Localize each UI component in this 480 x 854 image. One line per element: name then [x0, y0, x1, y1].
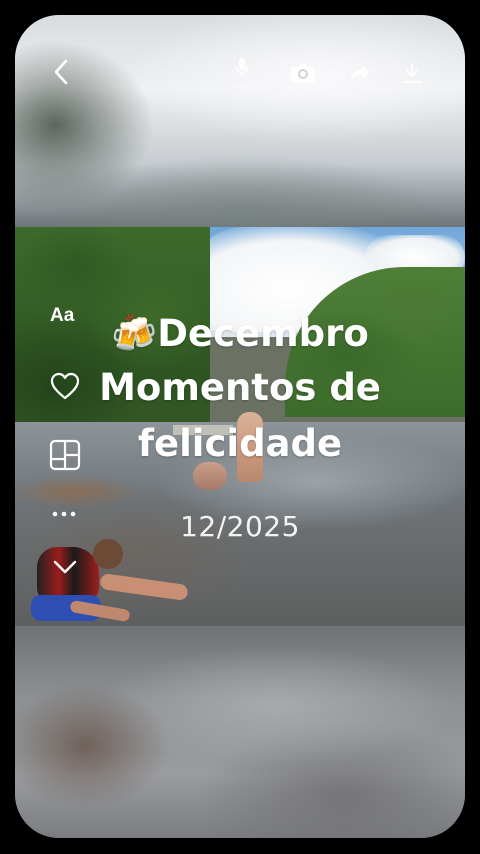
download-icon[interactable]	[399, 60, 425, 86]
beer-emoji: 🍻	[111, 312, 158, 355]
blurred-background-bottom	[15, 626, 465, 838]
story-title-line2: Momentos de	[99, 366, 381, 409]
photo-boy-head	[93, 539, 123, 569]
microphone-sublabel: AUTO	[233, 84, 251, 90]
microphone-button[interactable]: AUTO	[230, 57, 254, 91]
story-title-month: Decembro	[157, 312, 369, 355]
share-icon[interactable]	[348, 62, 372, 84]
camera-icon[interactable]	[289, 60, 317, 84]
top-toolbar: AUTO	[0, 0, 480, 120]
chevron-down-icon[interactable]	[50, 556, 80, 578]
photo-rocks	[15, 472, 165, 512]
back-chevron-icon[interactable]	[48, 58, 74, 86]
story-title[interactable]: 🍻Decembro Momentos de felicidade	[70, 308, 410, 472]
story-title-line3: felicidade	[137, 422, 343, 465]
microphone-icon	[235, 57, 249, 84]
story-title-line1: 🍻Decembro	[70, 308, 410, 360]
more-dots-icon[interactable]	[50, 506, 78, 522]
story-date: 12/2025	[180, 510, 300, 543]
